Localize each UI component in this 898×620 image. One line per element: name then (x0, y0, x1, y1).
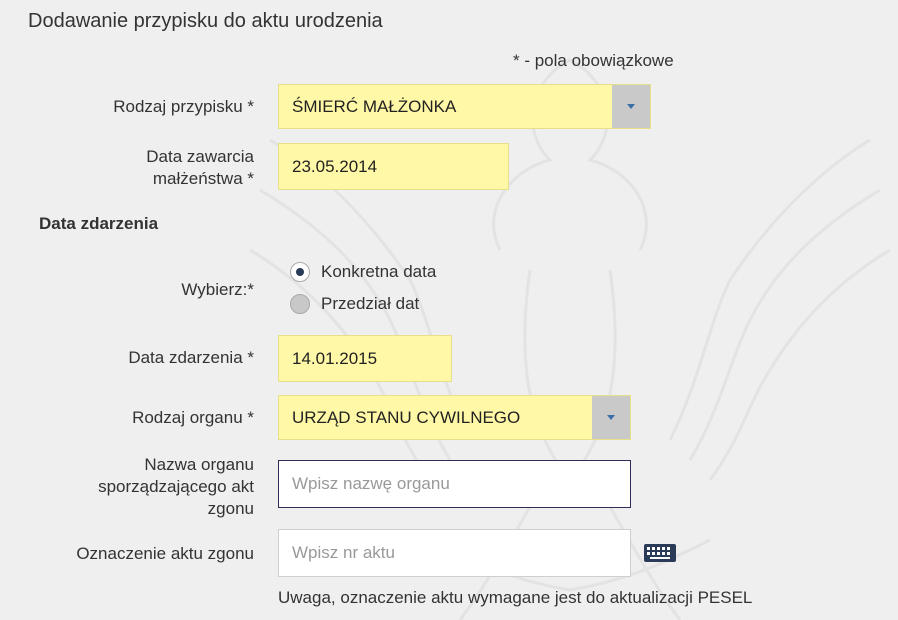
event-date-input[interactable]: 14.01.2015 (278, 335, 452, 382)
death-act-label: Oznaczenie aktu zgonu (76, 544, 254, 563)
annotation-type-value: ŚMIERĆ MAŁŻONKA (292, 96, 457, 116)
radio-button-selected[interactable] (290, 262, 310, 282)
event-date-label: Data zdarzenia * (128, 348, 254, 367)
authority-type-select[interactable]: URZĄD STANU CYWILNEGO (278, 395, 631, 440)
authority-name-input[interactable]: Wpisz nazwę organu (278, 460, 631, 508)
marriage-date-value: 23.05.2014 (292, 156, 378, 176)
radio-button-unselected[interactable] (290, 294, 310, 314)
marriage-date-label: Data zawarcia małżeństwa * (146, 147, 254, 188)
page-title: Dodawanie przypisku do aktu urodzenia (28, 10, 383, 32)
keyboard-icon[interactable] (643, 543, 677, 563)
death-act-input[interactable]: Wpisz nr aktu (278, 529, 631, 577)
authority-type-value: URZĄD STANU CYWILNEGO (292, 407, 521, 427)
caret-down-icon (607, 415, 615, 420)
annotation-type-select[interactable]: ŚMIERĆ MAŁŻONKA (278, 84, 651, 129)
authority-name-label: Nazwa organu sporządzającego akt zgonu (98, 455, 254, 518)
authority-name-placeholder: Wpisz nazwę organu (292, 474, 450, 493)
event-date-value: 14.01.2015 (292, 348, 378, 368)
radio-specific-date-label: Konkretna data (321, 262, 437, 281)
radio-date-range[interactable]: Przedział dat (290, 294, 419, 314)
marriage-date-input[interactable]: 23.05.2014 (278, 143, 509, 190)
authority-type-label: Rodzaj organu * (132, 408, 254, 427)
pesel-warning-note: Uwaga, oznaczenie aktu wymagane jest do … (278, 588, 753, 607)
event-date-section-heading: Data zdarzenia (39, 214, 159, 233)
required-fields-note: * - pola obowiązkowe (513, 51, 674, 70)
choose-label: Wybierz:* (181, 280, 254, 299)
annotation-type-label: Rodzaj przypisku * (113, 97, 254, 116)
caret-down-icon (627, 104, 635, 109)
dropdown-toggle[interactable] (592, 396, 630, 439)
dropdown-toggle[interactable] (612, 85, 650, 128)
radio-date-range-label: Przedział dat (321, 294, 420, 313)
radio-specific-date[interactable]: Konkretna data (290, 262, 436, 282)
death-act-placeholder: Wpisz nr aktu (292, 543, 395, 562)
